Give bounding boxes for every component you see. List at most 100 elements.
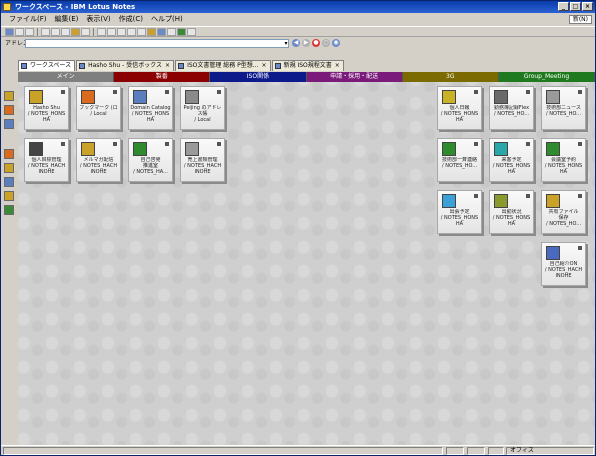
address-dropdown-icon[interactable]: ▾ [282, 39, 290, 48]
tab-close-icon[interactable]: × [335, 62, 340, 69]
history-icon[interactable] [4, 205, 14, 215]
tab-iso-docs[interactable]: ISO文書管理 総務 P型想... × [175, 60, 271, 71]
menu-edit[interactable]: 編集(E) [51, 14, 83, 25]
page-tab-main[interactable]: メイン [18, 72, 115, 82]
link-icon[interactable] [187, 27, 196, 36]
addressbook-icon [185, 90, 199, 104]
tile-label: 共有ファイル 保存 / NOTES_HO... [545, 209, 582, 227]
print-icon[interactable] [81, 27, 90, 36]
mail-icon[interactable] [4, 91, 14, 101]
tab-label: ISO文書管理 総務 P型想... [187, 62, 259, 69]
tab-inbox[interactable]: Hasho Shu - 受信ボックス × [76, 60, 175, 71]
tab-close-icon[interactable]: × [262, 62, 267, 69]
database-tile[interactable]: 自己啓発 推進室 / NOTES_HA... [128, 138, 173, 182]
contacts-icon[interactable] [4, 119, 14, 129]
database-tile[interactable]: Domain Catalog / NOTES_HONS HA [128, 86, 173, 130]
databases-icon[interactable] [4, 177, 14, 187]
indent-icon[interactable] [137, 27, 146, 36]
search-icon[interactable]: ◉ [332, 39, 340, 47]
toolbar-divider [37, 27, 38, 36]
menu-help[interactable]: ヘルプ(H) [147, 14, 187, 25]
document-icon [274, 63, 281, 69]
database-tile[interactable]: 会議室予約 / NOTES_HONS HA [541, 138, 586, 182]
calendar-icon[interactable] [4, 105, 14, 115]
database-tile[interactable]: 勤務簿記録Flex / NOTES_HO... [489, 86, 534, 130]
table-icon[interactable] [157, 27, 166, 36]
menu-create[interactable]: 作成(C) [115, 14, 147, 25]
menu-bar: ファイル(F) 編集(E) 表示(V) 作成(C) ヘルプ(H) 新(N) [1, 14, 595, 25]
page-tab-3g[interactable]: 3G [402, 72, 499, 82]
tile-label: 個人日報 / NOTES_HONS HA [440, 105, 479, 123]
unread-marker-icon [578, 90, 582, 94]
database-tile[interactable]: Peijing のアドレス帳 / Local [180, 86, 225, 130]
database-tile[interactable]: メルマガ配信 / NOTES_HACH INOHE [76, 138, 121, 182]
unread-marker-icon [61, 90, 65, 94]
highlight-icon[interactable] [147, 27, 156, 36]
bold-icon[interactable] [97, 27, 106, 36]
window-title: ワークスペース - IBM Lotus Notes [15, 3, 136, 11]
tile-label: 技術部一斉連絡 / NOTES_HO... [441, 157, 478, 169]
database-tile[interactable]: 来客予定 / NOTES_HONS HA [489, 138, 534, 182]
address-input[interactable] [25, 39, 289, 48]
stop-icon[interactable]: ● [312, 39, 320, 47]
database-tile[interactable]: 技術部ニュース / NOTES_HO... [541, 86, 586, 130]
paste-icon[interactable] [61, 27, 70, 36]
nav-forward-icon[interactable]: ▶ [302, 39, 310, 47]
minimize-button[interactable]: _ [558, 2, 569, 11]
goal-icon [29, 142, 43, 156]
tab-new-iso-doc[interactable]: 新規 ISO規程文書 × [271, 60, 344, 71]
edit-icon[interactable] [71, 27, 80, 36]
italic-icon[interactable] [107, 27, 116, 36]
cut-icon[interactable] [41, 27, 50, 36]
page-tab-seiban[interactable]: 製番 [114, 72, 211, 82]
close-button[interactable]: × [582, 2, 593, 11]
menu-file[interactable]: ファイル(F) [5, 14, 51, 25]
favorites-icon[interactable] [4, 163, 14, 173]
database-tile[interactable]: 共有ファイル 保存 / NOTES_HO... [541, 190, 586, 234]
attendance-icon [494, 90, 508, 104]
spellcheck-icon[interactable] [177, 27, 186, 36]
maximize-button[interactable]: □ [570, 2, 581, 11]
page-tab-group-meeting[interactable]: Group_Meeting [498, 72, 596, 82]
attach-icon[interactable] [167, 27, 176, 36]
page-tab-iso[interactable]: ISO関係 [210, 72, 307, 82]
database-tile[interactable]: 売上書類管理 / NOTES_HACH INOHE [180, 138, 225, 182]
workspace-icon [21, 63, 27, 69]
new-menu-button[interactable]: 新(N) [568, 15, 592, 24]
menu-view[interactable]: 表示(V) [82, 14, 114, 25]
replicator-icon[interactable] [4, 149, 14, 159]
tab-label: Hasho Shu - 受信ボックス [88, 62, 163, 69]
database-tile[interactable]: ブックマーク (ロ / Local [76, 86, 121, 130]
database-tile[interactable]: 自己紹介ON / NOTES_HACH INOHE [541, 242, 586, 286]
profile-icon [546, 246, 560, 260]
page-tab-application[interactable]: 申請・採用・配送 [306, 72, 403, 82]
tile-label: 技術部ニュース / NOTES_HO... [545, 105, 582, 117]
tab-workspace[interactable]: ワークスペース [18, 60, 76, 71]
window-tabs: ワークスペース Hasho Shu - 受信ボックス × ISO文書管理 総務 P… [18, 60, 344, 71]
underline-icon[interactable] [117, 27, 126, 36]
unread-marker-icon [61, 142, 65, 146]
database-tile[interactable]: 個人目標管理 / NOTES_HACH INOHE [24, 138, 69, 182]
database-icon [178, 63, 185, 69]
newsletter-icon [81, 142, 95, 156]
tile-label: 出勤状況 / NOTES_HONS HA [492, 209, 531, 227]
database-tile[interactable]: 個人日報 / NOTES_HONS HA [437, 86, 482, 130]
more-bookmarks-icon[interactable] [4, 191, 14, 201]
align-icon[interactable] [127, 27, 136, 36]
save-icon[interactable] [25, 27, 34, 36]
notes-window: ワークスペース - IBM Lotus Notes _ □ × ファイル(F) … [0, 0, 596, 456]
refresh-icon[interactable]: ○ [322, 39, 330, 47]
copy-icon[interactable] [51, 27, 60, 36]
tab-close-icon[interactable]: × [165, 62, 170, 69]
back-icon[interactable] [5, 27, 14, 36]
visitor-icon [494, 142, 508, 156]
nav-back-icon[interactable]: ◀ [292, 39, 300, 47]
database-tile[interactable]: 技術部一斉連絡 / NOTES_HO... [437, 138, 482, 182]
location-status[interactable]: オフィス [506, 447, 594, 455]
unread-marker-icon [165, 142, 169, 146]
unread-marker-icon [217, 142, 221, 146]
database-tile[interactable]: Hasho Shu / NOTES_HONS HA [24, 86, 69, 130]
open-icon[interactable] [15, 27, 24, 36]
database-tile[interactable]: 出勤状況 / NOTES_HONS HA [489, 190, 534, 234]
database-tile[interactable]: 出張予定 / NOTES_HONS HA [437, 190, 482, 234]
